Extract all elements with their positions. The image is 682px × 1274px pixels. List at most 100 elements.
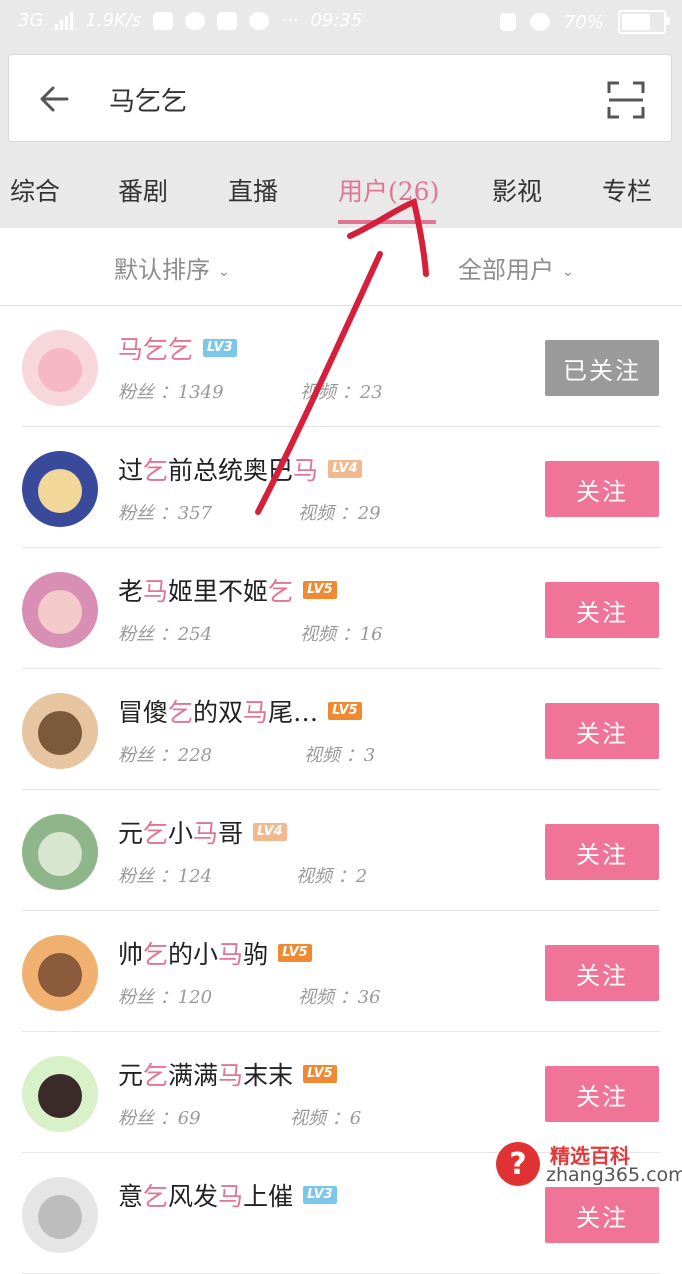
avatar[interactable] [22, 1177, 98, 1253]
user-name-part: 马 [193, 819, 219, 848]
user-name-part: 马 [243, 698, 269, 727]
fans-count: 120 [177, 987, 213, 1008]
fans-label: 粉丝 ： [118, 987, 178, 1008]
user-name[interactable]: 马乞乞 LV3 [118, 330, 237, 366]
follow-button[interactable]: 关注 [545, 582, 659, 638]
sort-dropdown[interactable]: 默认排序 ⌄ [114, 250, 230, 285]
fans-label: 粉丝 ： [118, 503, 178, 524]
user-name-part: 上催 [243, 1182, 294, 1211]
level-badge: LV5 [303, 1065, 337, 1083]
followed-button[interactable]: 已关注 [545, 340, 659, 396]
user-name[interactable]: 老马姬里不姬乞 LV5 [118, 572, 337, 608]
user-name-part: 乞 [143, 1061, 169, 1090]
videos-count: 36 [357, 987, 381, 1008]
avatar[interactable] [22, 935, 98, 1011]
videos-label: 视频 ： [300, 382, 360, 403]
tab-overall[interactable]: 综合 [10, 172, 60, 208]
tab-bar: 综合 番剧 直播 用户(26) 影视 专栏 [0, 164, 682, 228]
user-name-part: 的双 [193, 698, 244, 727]
follow-button[interactable]: 关注 [545, 1066, 659, 1122]
level-badge: LV3 [303, 1186, 337, 1204]
level-badge: LV4 [328, 460, 362, 478]
user-row[interactable]: 元乞小马哥 LV4 粉丝 ：124 视频 ：2 关注 [0, 790, 682, 911]
avatar[interactable] [22, 814, 98, 890]
cloud-icon [249, 11, 270, 30]
back-arrow-icon[interactable] [37, 81, 73, 117]
network-type: 3G [18, 10, 44, 31]
user-name[interactable]: 过乞前总统奥巴马 LV4 [118, 451, 362, 487]
user-name-part: 帅 [118, 940, 144, 969]
user-name-part: 乞 [268, 577, 294, 606]
watermark-logo: ? 精选百科 zhang365.com [494, 1136, 682, 1196]
active-tab-indicator [338, 220, 436, 224]
user-name-part: 意 [118, 1182, 144, 1211]
user-row[interactable]: 过乞前总统奥巴马 LV4 粉丝 ：357 视频 ：29 关注 [0, 427, 682, 548]
user-name-part: 末末 [243, 1061, 294, 1090]
user-name-part: 姬里不姬 [168, 577, 269, 606]
level-badge: LV3 [203, 339, 237, 357]
avatar[interactable] [22, 330, 98, 406]
tab-users[interactable]: 用户(26) [338, 172, 439, 208]
user-name-part: 老 [118, 577, 144, 606]
user-name[interactable]: 意乞风发马上催 LV3 [118, 1177, 337, 1213]
user-name[interactable]: 冒傻乞的双马尾… LV5 [118, 693, 362, 729]
avatar[interactable] [22, 451, 98, 527]
user-name-part: 哥 [218, 819, 244, 848]
user-name[interactable]: 元乞满满马末末 LV5 [118, 1056, 337, 1092]
user-name-part: 马 [293, 456, 319, 485]
tab-articles[interactable]: 专栏 [602, 172, 652, 208]
videos-count: 6 [349, 1108, 362, 1129]
videos-count: 3 [363, 745, 376, 766]
clock: 09:35 [310, 10, 363, 31]
user-name-part: 尾… [268, 698, 319, 727]
user-name-part: 前总统奥巴 [168, 456, 294, 485]
user-scope-dropdown[interactable]: 全部用户 ⌄ [458, 250, 574, 285]
tab-bangumi[interactable]: 番剧 [118, 172, 168, 208]
user-name-part: 满满 [168, 1061, 219, 1090]
fans-label: 粉丝 ： [118, 624, 178, 645]
level-badge: LV5 [278, 944, 312, 962]
user-stats: 粉丝 ：124 视频 ：2 [118, 862, 367, 888]
tab-movies[interactable]: 影视 [492, 172, 542, 208]
user-name-part: 过 [118, 456, 144, 485]
user-stats: 粉丝 ：254 视频 ：16 [118, 620, 383, 646]
follow-button[interactable]: 关注 [545, 945, 659, 1001]
fans-count: 254 [177, 624, 213, 645]
scan-icon[interactable] [607, 81, 645, 119]
videos-count: 16 [359, 624, 383, 645]
videos-label: 视频 ： [296, 866, 356, 887]
user-name-part: 乞 [168, 698, 194, 727]
user-name[interactable]: 帅乞的小马驹 LV5 [118, 935, 312, 971]
app-notification-icon [185, 11, 206, 30]
sort-label: 默认排序 [114, 256, 210, 284]
follow-button[interactable]: 关注 [545, 703, 659, 759]
fans-label: 粉丝 ： [118, 745, 178, 766]
user-row[interactable]: 老马姬里不姬乞 LV5 粉丝 ：254 视频 ：16 关注 [0, 548, 682, 669]
videos-label: 视频 ： [290, 1108, 350, 1129]
watermark-domain: zhang365.com [546, 1164, 682, 1186]
videos-label: 视频 ： [300, 624, 360, 645]
user-name-part: 乞 [143, 940, 169, 969]
chevron-down-icon: ⌄ [218, 263, 230, 280]
user-name-part: 马 [218, 1182, 244, 1211]
avatar[interactable] [22, 572, 98, 648]
user-row[interactable]: 马乞乞 LV3 粉丝 ：1349 视频 ：23 已关注 [0, 306, 682, 427]
mute-icon [499, 13, 516, 31]
follow-button[interactable]: 关注 [545, 461, 659, 517]
avatar[interactable] [22, 1056, 98, 1132]
user-row[interactable]: 冒傻乞的双马尾… LV5 粉丝 ：228 视频 ：3 关注 [0, 669, 682, 790]
fans-label: 粉丝 ： [118, 382, 178, 403]
avatar[interactable] [22, 693, 98, 769]
user-row[interactable]: 帅乞的小马驹 LV5 粉丝 ：120 视频 ：36 关注 [0, 911, 682, 1032]
search-input[interactable]: 马乞乞 [109, 81, 187, 118]
fans-count: 228 [177, 745, 213, 766]
question-icon: ? [496, 1142, 540, 1186]
user-name[interactable]: 元乞小马哥 LV4 [118, 814, 287, 850]
follow-button[interactable]: 关注 [545, 824, 659, 880]
tab-live[interactable]: 直播 [228, 172, 278, 208]
user-row[interactable]: 元乞满满马末末 LV5 粉丝 ：69 视频 ：6 关注 [0, 1032, 682, 1153]
search-bar[interactable]: 马乞乞 [8, 54, 672, 142]
videos-count: 29 [357, 503, 381, 524]
user-name-part: 元 [118, 1061, 144, 1090]
user-stats: 粉丝 ：228 视频 ：3 [118, 741, 375, 767]
